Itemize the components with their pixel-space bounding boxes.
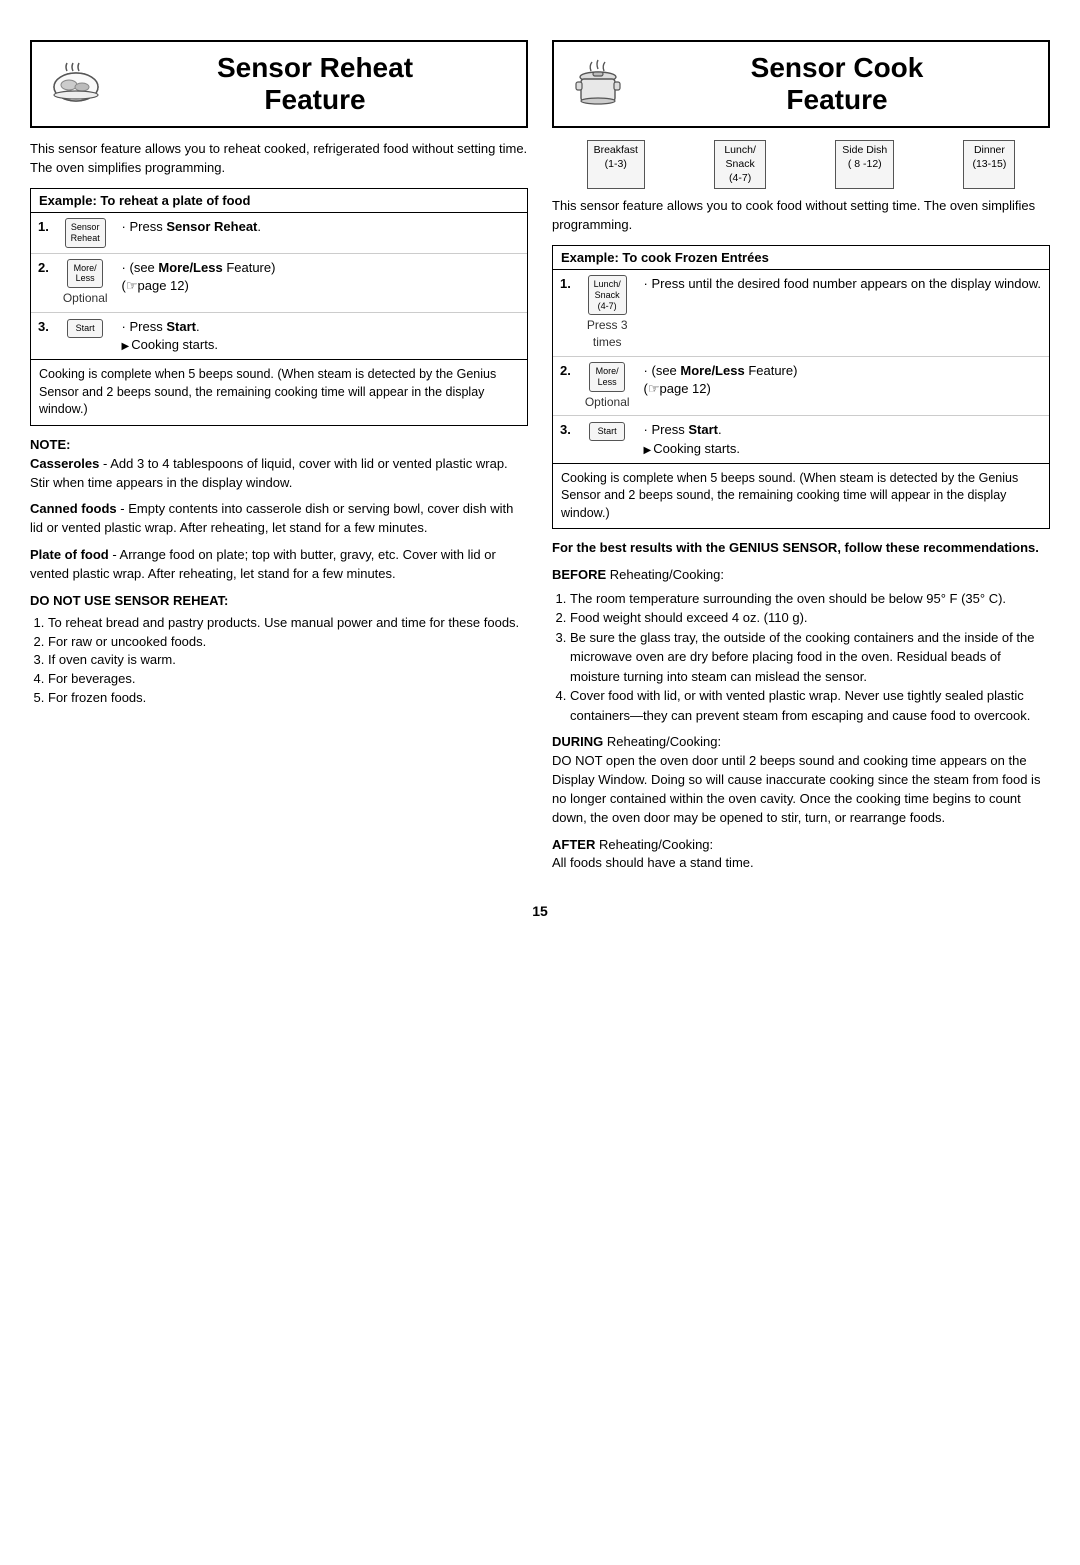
cook-title-line1: Sensor Cook <box>751 52 924 83</box>
reheat-bowl-svg <box>49 57 104 112</box>
cook-cooking-complete: Cooking is complete when 5 beeps sound. … <box>553 463 1049 529</box>
list-item: The room temperature surrounding the ove… <box>570 589 1050 609</box>
more-less-button-reheat: More/Less <box>67 259 103 289</box>
cook-step-2-icon-cell: More/Less Optional <box>578 356 637 415</box>
list-item: Be sure the glass tray, the outside of t… <box>570 628 1050 687</box>
food-cat-dinner: Dinner (13-15) <box>963 140 1015 189</box>
note-canned-foods: Canned foods - Empty contents into casse… <box>30 500 528 538</box>
food-cat-dinner-label: Dinner <box>970 144 1008 158</box>
list-item: For raw or uncooked foods. <box>48 633 528 652</box>
food-cat-lunch-label: Lunch/Snack <box>721 144 759 171</box>
step-3-desc: · Press Start.Cooking starts. <box>115 313 527 360</box>
sensor-cook-header: Sensor Cook Feature <box>552 40 1050 128</box>
page-layout: Sensor Reheat Feature This sensor featur… <box>30 40 1050 873</box>
food-cat-sidedish-range: ( 8 -12) <box>842 158 887 172</box>
list-item: Cover food with lid, or with vented plas… <box>570 686 1050 725</box>
step-1-icon-cell: SensorReheat <box>56 213 115 253</box>
list-item: If oven cavity is warm. <box>48 651 528 670</box>
cook-icon <box>568 54 628 114</box>
list-item: For beverages. <box>48 670 528 689</box>
food-cat-lunch: Lunch/Snack (4-7) <box>714 140 766 189</box>
cook-step-1-num: 1. <box>553 270 578 356</box>
cook-steps-table: 1. Lunch/Snack(4-7) Press 3 times · Pres… <box>553 270 1049 463</box>
cook-step-1-icon-cell: Lunch/Snack(4-7) Press 3 times <box>578 270 637 356</box>
reheat-title-line1: Sensor Reheat <box>217 52 413 83</box>
start-button-cook: Start <box>589 422 625 441</box>
reheat-intro: This sensor feature allows you to reheat… <box>30 140 528 178</box>
note-section: NOTE: Casseroles - Add 3 to 4 tablespoon… <box>30 436 528 708</box>
cook-step-1: 1. Lunch/Snack(4-7) Press 3 times · Pres… <box>553 270 1049 356</box>
sensor-reheat-header: Sensor Reheat Feature <box>30 40 528 128</box>
cook-step-3-desc: · Press Start.Cooking starts. <box>637 416 1049 463</box>
start-button-reheat: Start <box>67 319 103 338</box>
cook-step-2-desc: · (see More/Less Feature)(☞page 12) <box>637 356 1049 415</box>
reheat-cooking-complete: Cooking is complete when 5 beeps sound. … <box>31 359 527 425</box>
list-item: For frozen foods. <box>48 689 528 708</box>
cook-example-box: Example: To cook Frozen Entrées 1. Lunch… <box>552 245 1050 529</box>
cook-step-3-icon-cell: Start <box>578 416 637 463</box>
reheat-example-box: Example: To reheat a plate of food 1. Se… <box>30 188 528 426</box>
reheat-steps-table: 1. SensorReheat · Press Sensor Reheat. 2… <box>31 213 527 359</box>
step-3-icon-cell: Start <box>56 313 115 360</box>
step-3-num: 3. <box>31 313 56 360</box>
cook-step-2: 2. More/Less Optional · (see More/Less F… <box>553 356 1049 415</box>
reheat-title-line2: Feature <box>264 84 365 115</box>
step-2-desc: · (see More/Less Feature)(☞page 12) <box>115 253 527 312</box>
note-title: NOTE: <box>30 436 528 455</box>
reheat-example-title: Example: To reheat a plate of food <box>31 189 527 213</box>
sensor-reheat-button: SensorReheat <box>65 218 106 248</box>
reheat-step-2: 2. More/Less Optional · (see More/Less F… <box>31 253 527 312</box>
after-section: AFTER Reheating/Cooking: All foods shoul… <box>552 836 1050 874</box>
do-not-title: DO NOT USE SENSOR REHEAT: <box>30 592 528 611</box>
cook-step-3: 3. Start · Press Start.Cooking starts. <box>553 416 1049 463</box>
food-cat-dinner-range: (13-15) <box>970 158 1008 172</box>
cook-pot-svg <box>571 57 626 112</box>
note-casseroles: Casseroles - Add 3 to 4 tablespoons of l… <box>30 455 528 493</box>
step-1-num: 1. <box>31 213 56 253</box>
right-column: Sensor Cook Feature Breakfast (1-3) Lunc… <box>552 40 1050 873</box>
before-title: BEFORE Reheating/Cooking: <box>552 566 1050 585</box>
step-2-num: 2. <box>31 253 56 312</box>
page-number: 15 <box>30 903 1050 919</box>
cook-title-line2: Feature <box>786 84 887 115</box>
food-cats-row: Breakfast (1-3) Lunch/Snack (4-7) Side D… <box>552 140 1050 189</box>
food-cat-breakfast: Breakfast (1-3) <box>587 140 645 189</box>
do-not-list: To reheat bread and pastry products. Use… <box>48 614 528 708</box>
food-cat-sidedish: Side Dish ( 8 -12) <box>835 140 894 189</box>
reheat-icon <box>46 54 106 114</box>
food-cat-lunch-range: (4-7) <box>721 172 759 186</box>
lunch-snack-button: Lunch/Snack(4-7) <box>588 275 627 315</box>
reheat-step-3: 3. Start · Press Start.Cooking starts. <box>31 313 527 360</box>
best-results-title: For the best results with the GENIUS SEN… <box>552 539 1050 558</box>
cook-step-2-num: 2. <box>553 356 578 415</box>
left-column: Sensor Reheat Feature This sensor featur… <box>30 40 528 708</box>
cook-intro: This sensor feature allows you to cook f… <box>552 197 1050 235</box>
cook-step-1-desc: · Press until the desired food number ap… <box>637 270 1049 356</box>
list-item: To reheat bread and pastry products. Use… <box>48 614 528 633</box>
sensor-reheat-title: Sensor Reheat Feature <box>118 52 512 116</box>
optional-label-cook: Optional <box>585 394 630 411</box>
optional-label-reheat: Optional <box>63 290 108 307</box>
sensor-cook-title: Sensor Cook Feature <box>640 52 1034 116</box>
during-section: DURING Reheating/Cooking: DO NOT open th… <box>552 733 1050 827</box>
more-less-button-cook: More/Less <box>589 362 625 392</box>
press-3-times-label: Press 3 times <box>585 317 630 351</box>
note-plate-of-food: Plate of food - Arrange food on plate; t… <box>30 546 528 584</box>
step-1-desc: · Press Sensor Reheat. <box>115 213 527 253</box>
food-cat-breakfast-label: Breakfast <box>594 144 638 158</box>
food-cat-sidedish-label: Side Dish <box>842 144 887 158</box>
list-item: Food weight should exceed 4 oz. (110 g). <box>570 608 1050 628</box>
cook-step-3-num: 3. <box>553 416 578 463</box>
food-cat-breakfast-range: (1-3) <box>594 158 638 172</box>
cook-example-title: Example: To cook Frozen Entrées <box>553 246 1049 270</box>
reheat-step-1: 1. SensorReheat · Press Sensor Reheat. <box>31 213 527 253</box>
step-2-icon-cell: More/Less Optional <box>56 253 115 312</box>
before-list: The room temperature surrounding the ove… <box>570 589 1050 726</box>
best-results-section: For the best results with the GENIUS SEN… <box>552 539 1050 873</box>
